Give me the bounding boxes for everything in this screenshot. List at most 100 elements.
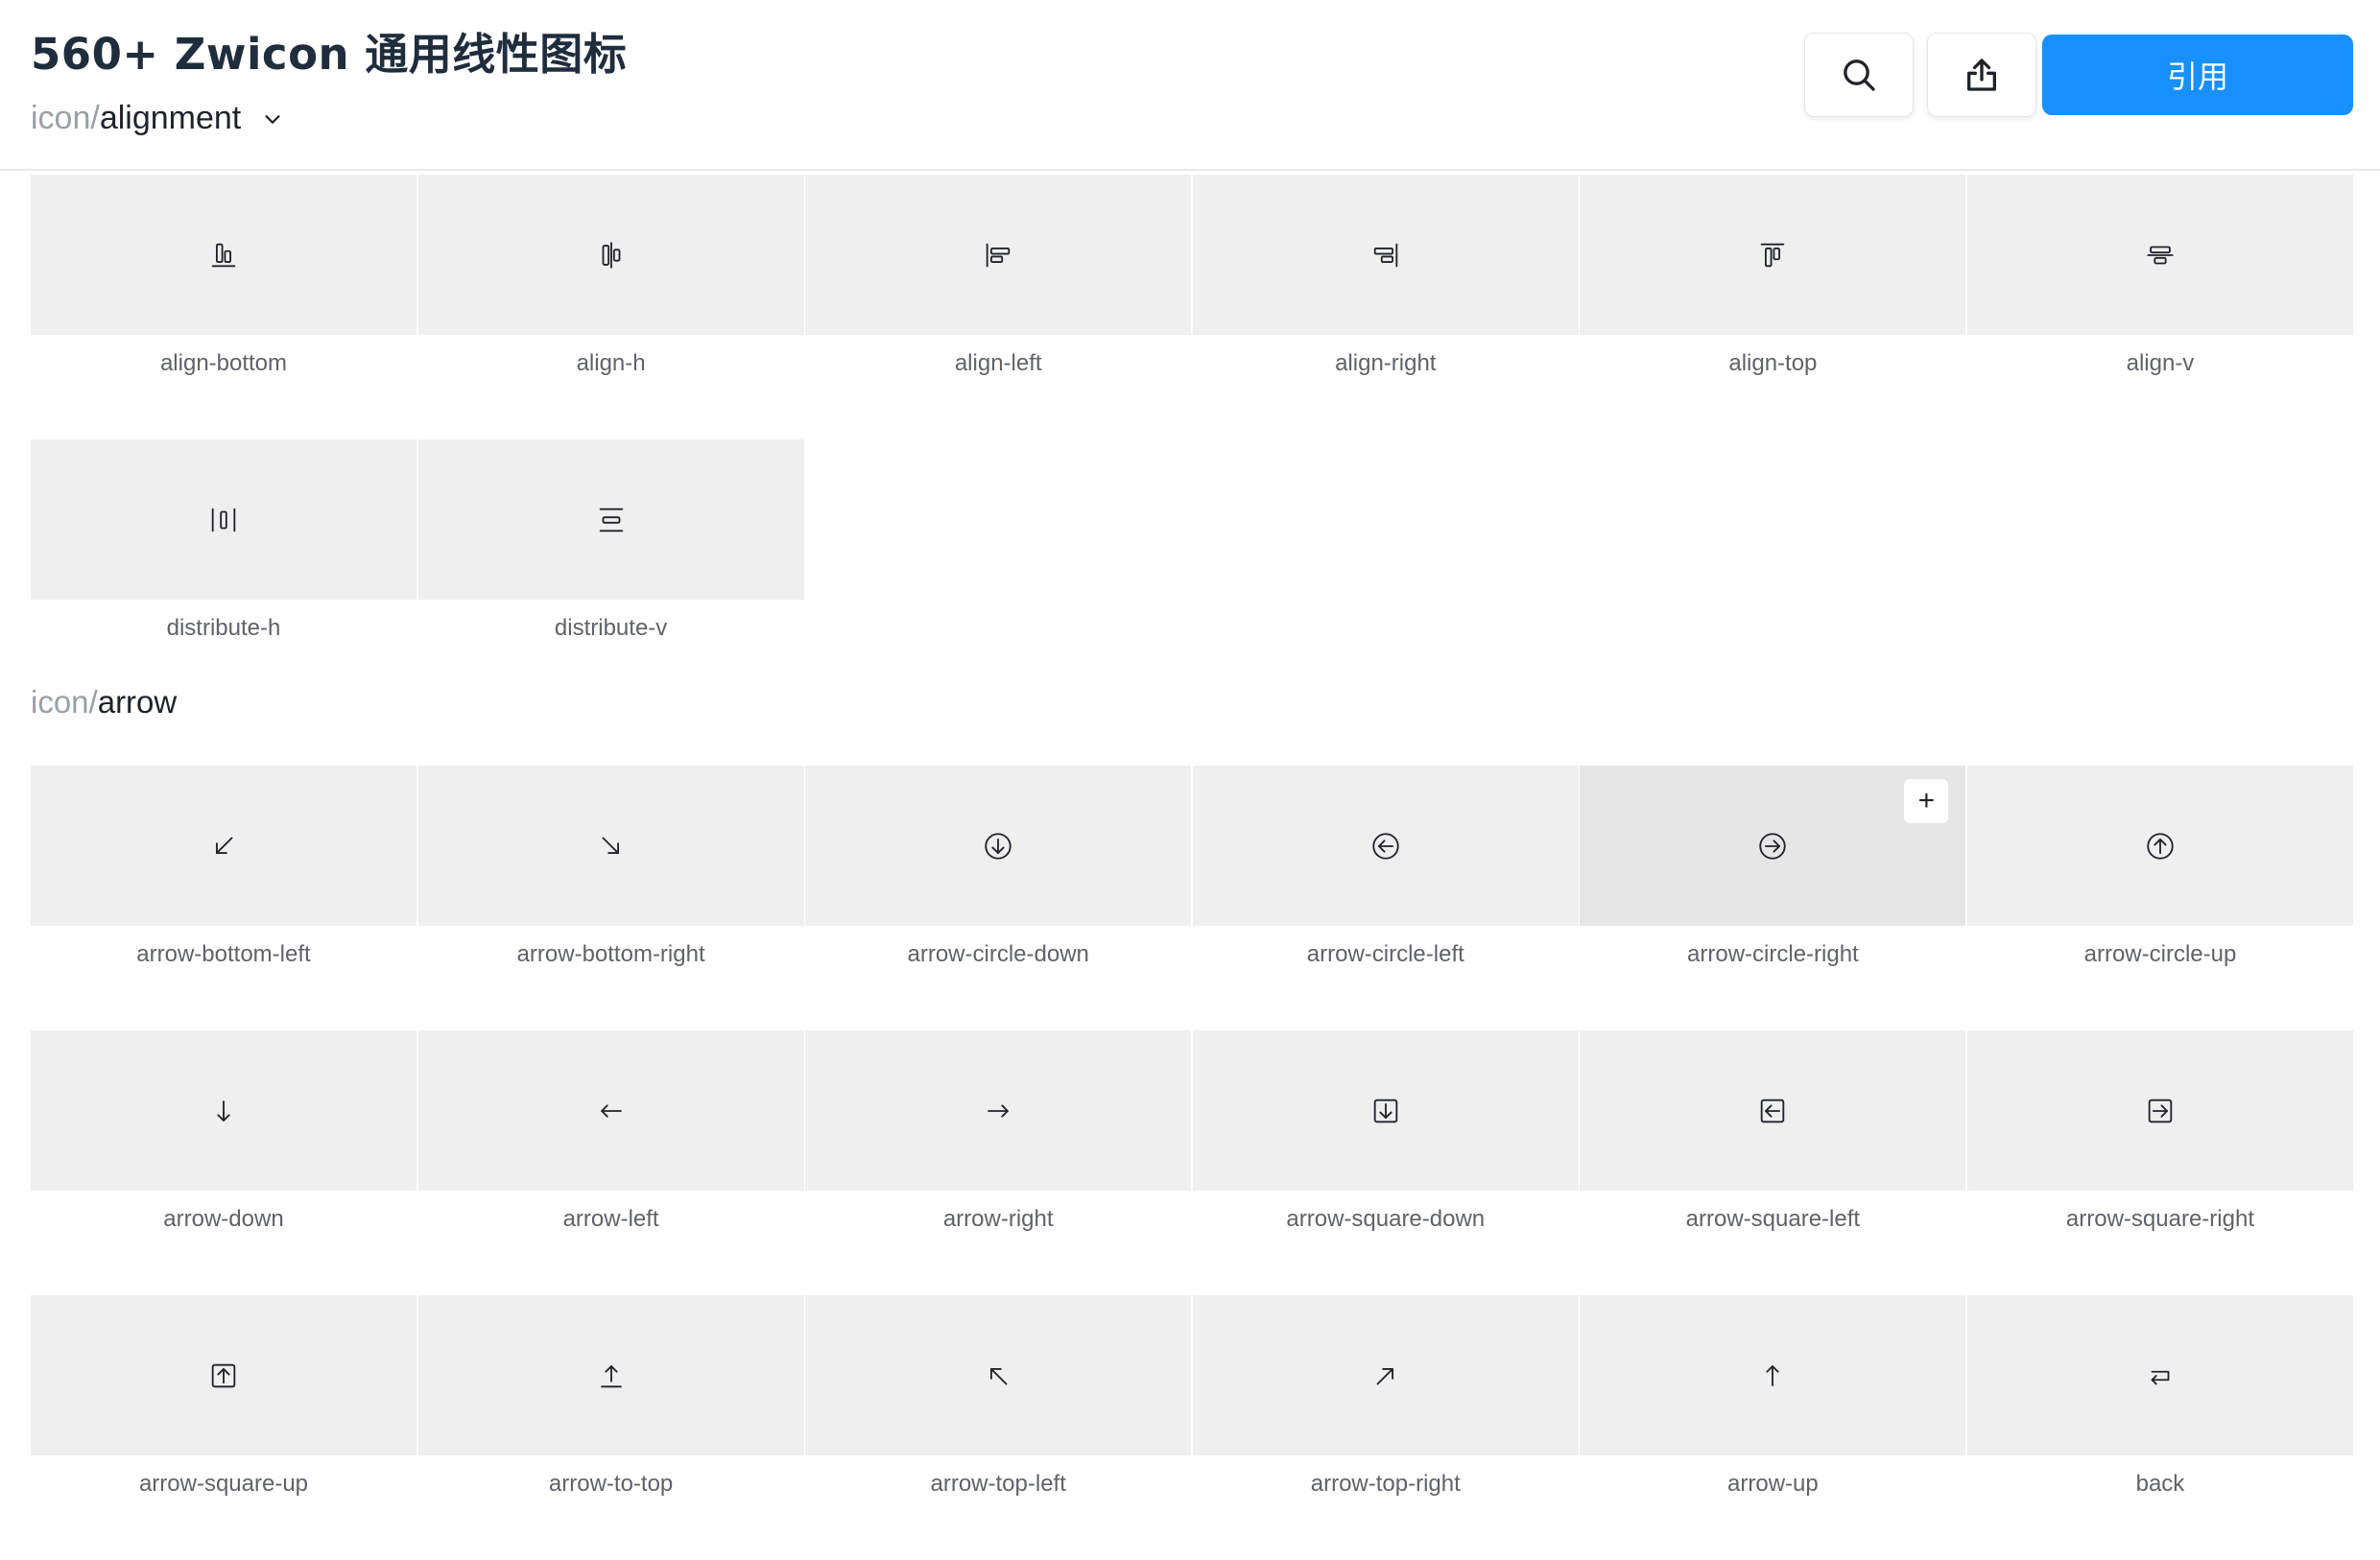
- icon-card[interactable]: arrow-square-right: [1966, 1030, 2353, 1295]
- icon-tile[interactable]: [1580, 1295, 1966, 1455]
- icon-card[interactable]: arrow-right: [805, 1030, 1192, 1295]
- icon-tile[interactable]: [1580, 175, 1966, 335]
- icon-label: arrow-circle-down: [907, 941, 1089, 967]
- icon-label: arrow-down: [163, 1206, 284, 1232]
- search-icon: [1844, 59, 1875, 91]
- icon-tile[interactable]: [417, 1295, 804, 1455]
- icon-tile[interactable]: [805, 1030, 1192, 1191]
- icon-tile[interactable]: [1580, 1030, 1966, 1191]
- arrow-square-left-icon: [1761, 1099, 1785, 1123]
- icon-card[interactable]: align-v: [1966, 175, 2353, 439]
- share-button[interactable]: [1927, 33, 2036, 117]
- icon-card[interactable]: align-top: [1580, 175, 1966, 439]
- section-name: arrow: [97, 684, 178, 720]
- align-top-icon: [1761, 243, 1785, 267]
- add-icon-button[interactable]: +: [1904, 779, 1949, 823]
- align-right-icon: [1373, 243, 1398, 267]
- align-left-icon: [986, 243, 1011, 267]
- icon-label: back: [2135, 1471, 2185, 1497]
- search-button[interactable]: [1804, 33, 1914, 117]
- icon-tile[interactable]: [1966, 175, 2353, 335]
- icon-label: align-top: [1728, 350, 1818, 376]
- icon-tile[interactable]: [805, 766, 1192, 926]
- arrow-bottom-left-icon: [215, 837, 233, 854]
- icon-card[interactable]: arrow-up: [1580, 1295, 1966, 1560]
- icon-tile[interactable]: [417, 1030, 804, 1191]
- icon-tile[interactable]: [1192, 175, 1579, 335]
- icon-card[interactable]: arrow-circle-up: [1966, 766, 2353, 1030]
- icon-tile[interactable]: [805, 175, 1192, 335]
- arrow-top-right-icon: [1376, 1367, 1393, 1384]
- category-selector[interactable]: icon/alignment: [31, 100, 283, 137]
- icon-label: arrow-top-left: [930, 1471, 1066, 1497]
- icon-card[interactable]: arrow-left: [417, 1030, 804, 1295]
- icon-tile[interactable]: [31, 766, 416, 926]
- icon-card[interactable]: arrow-square-left: [1580, 1030, 1966, 1295]
- icon-card[interactable]: arrow-square-up: [31, 1295, 416, 1560]
- arrow-square-down-icon: [1373, 1099, 1398, 1123]
- breadcrumb-prefix: icon/: [31, 100, 100, 136]
- icon-tile[interactable]: [1192, 1030, 1579, 1191]
- back-icon: [2151, 1370, 2170, 1384]
- arrow-circle-up-icon: [2147, 832, 2174, 860]
- icon-card[interactable]: arrow-top-right: [1192, 1295, 1579, 1560]
- icon-card[interactable]: arrow-top-left: [805, 1295, 1192, 1560]
- arrow-down-icon: [217, 1099, 230, 1122]
- icon-label: arrow-circle-right: [1687, 941, 1859, 967]
- icon-label: align-left: [954, 350, 1042, 376]
- icon-label: arrow-right: [942, 1206, 1054, 1232]
- icon-label: align-right: [1335, 350, 1437, 376]
- icon-label: arrow-up: [1727, 1471, 1819, 1497]
- icon-tile[interactable]: [417, 766, 804, 926]
- icon-tile[interactable]: [31, 1295, 416, 1455]
- icon-tile[interactable]: [1192, 766, 1579, 926]
- arrow-square-right-icon: [2148, 1099, 2173, 1123]
- icon-tile[interactable]: [1966, 1030, 2353, 1191]
- icon-card[interactable]: arrow-bottom-left: [31, 766, 416, 1030]
- icon-label: arrow-square-left: [1685, 1206, 1861, 1232]
- icon-card[interactable]: arrow-bottom-right: [417, 766, 804, 1030]
- icon-card[interactable]: back: [1966, 1295, 2353, 1560]
- section-label-arrow: icon/arrow: [31, 684, 177, 721]
- align-v-icon: [2147, 246, 2174, 264]
- icon-card[interactable]: align-left: [805, 175, 1192, 439]
- icon-card[interactable]: distribute-v: [417, 439, 804, 704]
- page-header: 560+ Zwicon 通用线性图标 icon/alignment 引用: [0, 0, 2380, 171]
- arrow-bottom-right-icon: [602, 837, 619, 854]
- icon-tile[interactable]: [31, 175, 416, 335]
- icon-tile[interactable]: [1966, 766, 2353, 926]
- align-h-icon: [602, 241, 621, 269]
- distribute-v-icon: [599, 508, 623, 532]
- icon-card[interactable]: + arrow-circle-right: [1580, 766, 1966, 1030]
- icon-label: arrow-circle-up: [2083, 941, 2237, 967]
- cite-button[interactable]: 引用: [2042, 35, 2353, 115]
- icon-label: arrow-square-up: [138, 1471, 309, 1497]
- icon-label: arrow-square-down: [1286, 1206, 1486, 1232]
- icon-card[interactable]: distribute-h: [31, 439, 416, 704]
- icon-label: arrow-top-right: [1310, 1471, 1461, 1497]
- share-icon: [1967, 59, 1996, 91]
- icon-card[interactable]: arrow-down: [31, 1030, 416, 1295]
- icon-card[interactable]: arrow-circle-down: [805, 766, 1192, 1030]
- icon-tile[interactable]: [1192, 1295, 1579, 1455]
- icon-tile[interactable]: [31, 439, 416, 600]
- icon-tile[interactable]: [31, 1030, 416, 1191]
- icon-card[interactable]: align-h: [417, 175, 804, 439]
- icon-card[interactable]: arrow-square-down: [1192, 1030, 1579, 1295]
- icon-card[interactable]: align-right: [1192, 175, 1579, 439]
- icon-card[interactable]: arrow-circle-left: [1192, 766, 1579, 1030]
- icon-grid-alignment: align-bottom align-h align-left align-right…: [31, 175, 2353, 704]
- icon-card[interactable]: align-bottom: [31, 175, 416, 439]
- icon-tile[interactable]: [417, 175, 804, 335]
- arrow-circle-down-icon: [985, 832, 1012, 860]
- icon-tile[interactable]: [417, 439, 804, 600]
- icon-label: arrow-circle-left: [1306, 941, 1464, 967]
- icon-card[interactable]: arrow-to-top: [417, 1295, 804, 1560]
- icon-label: arrow-bottom-right: [516, 941, 705, 967]
- icon-label: distribute-h: [166, 615, 281, 641]
- icon-tile[interactable]: +: [1580, 766, 1966, 926]
- icon-tile[interactable]: [1966, 1295, 2353, 1455]
- icon-tile[interactable]: [805, 1295, 1192, 1455]
- icon-label: distribute-v: [554, 615, 668, 641]
- icon-label: align-bottom: [159, 350, 288, 376]
